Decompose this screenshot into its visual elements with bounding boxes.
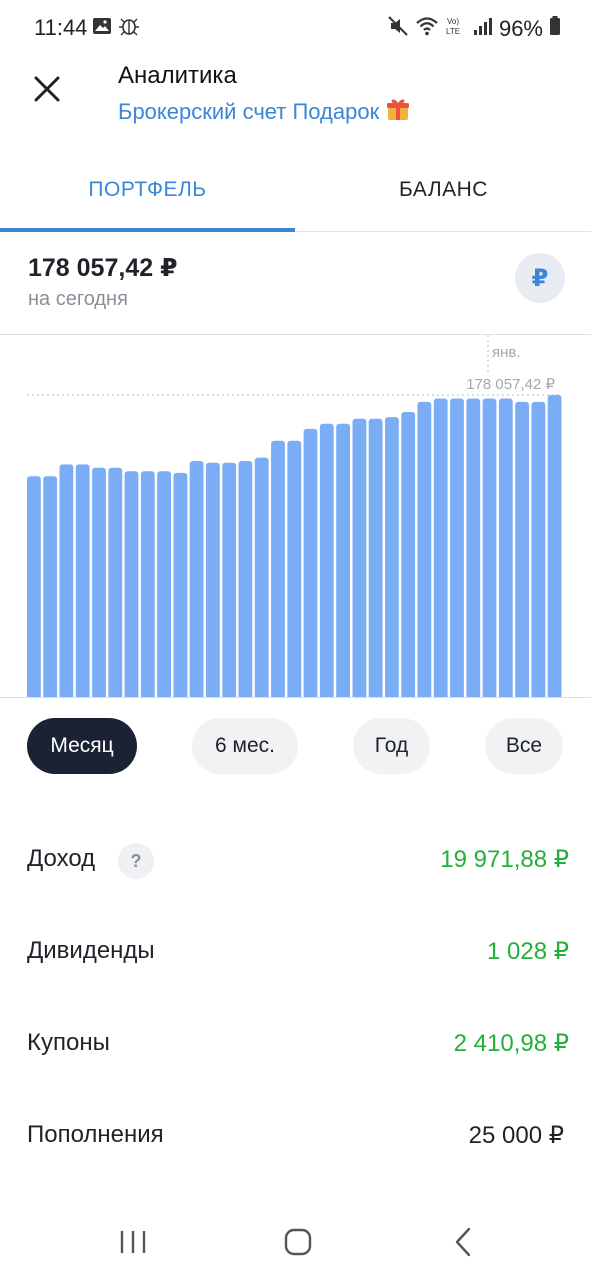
chart-bar[interactable] [173, 472, 188, 697]
period-6-months-button[interactable]: 6 мес. [192, 718, 298, 774]
stat-dividends-value: 1 028 ₽ [487, 938, 569, 965]
bug-icon [118, 16, 140, 41]
close-button[interactable] [28, 70, 66, 108]
chart-bar[interactable] [352, 418, 367, 697]
signal-icon [473, 15, 493, 42]
battery-icon [549, 15, 561, 42]
period-year-button[interactable]: Год [353, 718, 430, 774]
chart-bar[interactable] [287, 440, 302, 697]
bar-chart: янв. 178 057,42 ₽ [27, 335, 562, 698]
chart-bar[interactable] [206, 462, 220, 697]
period-all-button[interactable]: Все [485, 718, 563, 774]
current-value-label: 178 057,42 ₽ [466, 376, 555, 393]
chart-bar[interactable] [433, 398, 448, 698]
chart-bar[interactable] [531, 401, 546, 697]
stat-income-row: Доход ? 19 971,88 ₽ [0, 831, 591, 891]
chart-bar[interactable] [385, 417, 399, 697]
battery-percent: 96% [498, 15, 543, 41]
chart-bar[interactable] [43, 476, 58, 697]
chart-bar[interactable] [450, 398, 464, 698]
home-icon [284, 1228, 312, 1256]
tab-active-indicator [0, 228, 295, 232]
recent-apps-button[interactable] [113, 1222, 153, 1262]
chart-bar[interactable] [547, 395, 562, 697]
stat-coupons-value: 2 410,98 ₽ [453, 1030, 569, 1057]
stat-deposits-row: Пополнения 25 000 ₽ [0, 1107, 591, 1167]
account-name[interactable]: Брокерский счет Подарок [118, 96, 411, 128]
stat-coupons-label: Купоны [27, 1029, 110, 1056]
chart-bar[interactable] [222, 462, 237, 697]
chart-bar[interactable] [254, 457, 269, 697]
close-icon [34, 76, 60, 102]
chart-bar[interactable] [108, 467, 123, 697]
chart-bar[interactable] [75, 464, 90, 697]
chart-bar[interactable] [368, 418, 383, 697]
stat-deposits-value: 25 000 ₽ [468, 1122, 564, 1149]
chart-bar[interactable] [515, 401, 529, 697]
stat-income-value: 19 971,88 ₽ [440, 846, 569, 873]
recent-apps-icon [120, 1231, 146, 1253]
chart-bar[interactable] [303, 428, 318, 697]
system-nav-bar [0, 1200, 591, 1280]
chart-bar[interactable] [417, 401, 432, 697]
stat-coupons-row: Купоны 2 410,98 ₽ [0, 1015, 591, 1075]
chart-bar[interactable] [238, 461, 253, 697]
volte-icon: Vo) LTE [445, 15, 467, 42]
chart-bar[interactable] [140, 471, 155, 697]
stat-dividends-row: Дивиденды 1 028 ₽ [0, 923, 591, 983]
chart-bar[interactable] [482, 398, 497, 698]
chart-bar[interactable] [271, 440, 285, 697]
back-icon [455, 1227, 471, 1257]
chart-bar[interactable] [319, 423, 334, 697]
home-button[interactable] [278, 1222, 318, 1262]
tab-bar: ПОРТФЕЛЬ БАЛАНС [0, 150, 591, 234]
chart-bar[interactable] [401, 412, 416, 697]
chart-bar[interactable] [157, 471, 171, 697]
status-time: 11:44 [34, 15, 88, 40]
stat-income-label: Доход [27, 845, 96, 872]
portfolio-chart[interactable]: янв. 178 057,42 ₽ [0, 334, 591, 698]
help-icon[interactable]: ? [118, 843, 154, 879]
chart-bar[interactable] [189, 461, 204, 697]
gift-icon [385, 96, 411, 128]
chart-bar[interactable] [59, 464, 74, 697]
mute-icon [387, 15, 409, 42]
wifi-icon [415, 15, 439, 42]
tab-portfolio[interactable]: ПОРТФЕЛЬ [0, 150, 295, 230]
date-marker-label: янв. [492, 344, 521, 361]
account-name-label: Брокерский счет Подарок [118, 99, 380, 124]
stat-deposits-label: Пополнения [27, 1121, 164, 1148]
svg-text:Vo): Vo) [447, 17, 459, 26]
image-icon [92, 16, 112, 41]
chart-bar[interactable] [27, 476, 41, 697]
portfolio-total: 178 057,42 ₽ [28, 254, 178, 282]
portfolio-total-caption: на сегодня [28, 288, 128, 310]
chart-bar[interactable] [92, 467, 106, 697]
period-month-button[interactable]: Месяц [27, 718, 137, 774]
chart-bar[interactable] [498, 398, 513, 698]
page-title: Аналитика [118, 62, 237, 89]
chart-bar[interactable] [336, 423, 350, 697]
back-button[interactable] [444, 1222, 484, 1262]
currency-button[interactable]: ₽ [515, 253, 565, 303]
chart-bar[interactable] [124, 471, 139, 697]
chart-bar[interactable] [466, 398, 481, 698]
status-bar: 11:44 Vo) LTE 96% [0, 0, 591, 56]
svg-text:LTE: LTE [446, 27, 460, 36]
tab-balance[interactable]: БАЛАНС [296, 150, 591, 230]
stat-dividends-label: Дивиденды [27, 937, 155, 964]
